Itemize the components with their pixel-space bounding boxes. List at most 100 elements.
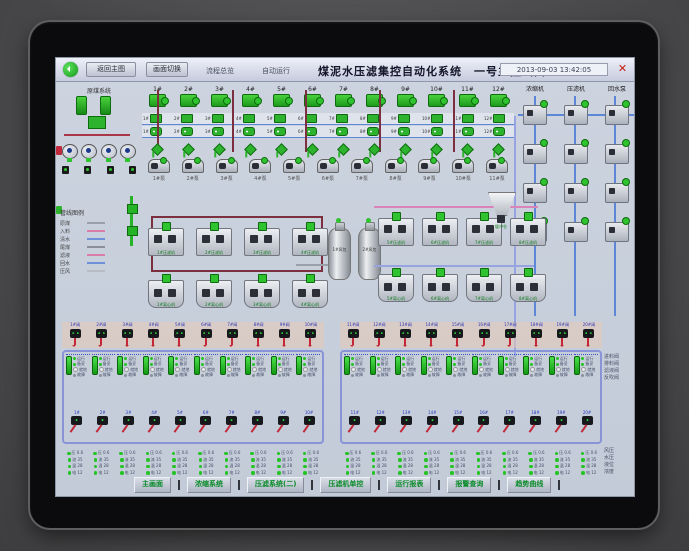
pump-icon[interactable] (384, 157, 407, 173)
valve-icon[interactable] (106, 166, 114, 174)
pump-icon[interactable] (100, 144, 117, 162)
feeder-icon[interactable] (242, 94, 262, 107)
conveyor-segment[interactable]: 8# (359, 126, 390, 137)
centrifuge-icon[interactable]: 3#离心机 (244, 274, 280, 308)
device-icon[interactable] (564, 100, 589, 125)
feeder-icon[interactable] (490, 94, 510, 107)
centrifuge-icon[interactable]: 4#离心机 (292, 274, 328, 308)
conveyor-segment[interactable]: 3# (204, 126, 235, 137)
valve-icon[interactable] (504, 329, 516, 347)
conveyor-segment[interactable]: 5# (266, 113, 297, 124)
valve-icon[interactable] (583, 329, 595, 347)
device-icon[interactable] (564, 217, 589, 242)
valve-icon[interactable] (69, 329, 81, 347)
valve-icon[interactable] (452, 416, 464, 425)
nav-button[interactable]: 趋势曲线 (507, 477, 552, 493)
device-icon[interactable] (523, 139, 548, 164)
pump-icon[interactable] (81, 144, 98, 162)
diamond-valve-icon[interactable] (368, 143, 381, 156)
valve-icon[interactable] (200, 329, 212, 347)
nav-back-button[interactable]: 返回主图 (86, 62, 136, 77)
valve-icon[interactable] (200, 416, 212, 425)
valve-icon[interactable] (148, 416, 160, 425)
centrifuge-icon[interactable]: 7#离心机 (466, 268, 502, 302)
feeder-icon[interactable] (180, 94, 200, 107)
diamond-valve-icon[interactable] (213, 143, 226, 156)
conveyor-segment[interactable]: 6# (297, 113, 328, 124)
conveyor-segment[interactable]: 11# (452, 126, 483, 137)
conveyor-segment[interactable]: 10# (421, 126, 452, 137)
valve-icon[interactable] (349, 416, 361, 425)
filter-press-icon[interactable]: 8#压滤机 (510, 212, 546, 246)
filter-press-icon[interactable]: 6#压滤机 (422, 212, 458, 246)
air-receiver-icon[interactable]: 1#风包 (328, 218, 351, 280)
conveyor-segment[interactable]: 12# (483, 113, 514, 124)
valve-icon[interactable] (84, 166, 92, 174)
conveyor-segment[interactable]: 7# (328, 113, 359, 124)
pump-icon[interactable] (147, 157, 170, 173)
valve-icon[interactable] (375, 416, 387, 425)
diamond-valve-icon[interactable] (244, 143, 257, 156)
conveyor-segment[interactable]: 2# (173, 126, 204, 137)
pump-icon[interactable] (215, 157, 238, 173)
close-icon[interactable]: ✕ (616, 62, 629, 75)
diamond-valve-icon[interactable] (492, 143, 505, 156)
valve-icon[interactable] (478, 329, 490, 347)
conveyor-segment[interactable]: 9# (390, 126, 421, 137)
pump-icon[interactable] (486, 157, 509, 173)
nav-menu-button[interactable]: 画面切换 (146, 62, 188, 77)
device-icon[interactable] (564, 178, 589, 203)
device-icon[interactable] (605, 178, 630, 203)
filter-press-icon[interactable]: 5#压滤机 (378, 212, 414, 246)
filter-press-icon[interactable]: 3#压滤机 (244, 222, 280, 256)
valve-icon[interactable] (226, 329, 238, 347)
valve-icon[interactable] (400, 329, 411, 347)
conveyor-segment[interactable]: 10# (421, 113, 452, 124)
valve-icon[interactable] (529, 416, 541, 425)
feeder-icon[interactable] (88, 116, 106, 129)
valve-icon[interactable] (122, 329, 133, 347)
feeder-icon[interactable] (459, 94, 479, 107)
filter-press-icon[interactable]: 1#压滤机 (148, 222, 184, 256)
device-icon[interactable] (605, 139, 630, 164)
nav-button[interactable]: 压滤系统(二) (247, 477, 305, 493)
pump-icon[interactable] (283, 157, 306, 173)
valve-icon[interactable] (279, 329, 291, 347)
tank-icon[interactable] (100, 96, 111, 115)
pump-icon[interactable] (418, 157, 441, 173)
valve-icon[interactable] (148, 329, 160, 347)
conveyor-segment[interactable]: 7# (328, 126, 359, 137)
valve-icon[interactable] (373, 329, 385, 347)
nav-button[interactable]: 浓缩系统 (187, 477, 231, 493)
valve-icon[interactable] (347, 329, 359, 347)
valve-icon[interactable] (174, 329, 186, 347)
nav-button[interactable]: 运行报表 (387, 477, 432, 493)
pump-icon[interactable] (62, 144, 78, 162)
diamond-valve-icon[interactable] (306, 143, 319, 156)
valve-icon[interactable] (400, 416, 412, 425)
valve-icon[interactable] (97, 416, 109, 425)
conveyor-segment[interactable]: 6# (297, 126, 328, 137)
nav-button[interactable]: 报警查询 (447, 477, 492, 493)
hopper-icon[interactable] (488, 192, 516, 216)
conveyor-segment[interactable]: 11# (452, 113, 483, 124)
valve-icon[interactable] (95, 329, 107, 347)
valve-icon[interactable] (127, 226, 138, 236)
conveyor-segment[interactable]: 2# (173, 113, 204, 124)
device-icon[interactable] (523, 100, 548, 125)
pump-icon[interactable] (316, 157, 339, 173)
device-icon[interactable] (605, 100, 630, 125)
feeder-icon[interactable] (211, 94, 231, 107)
feeder-icon[interactable] (428, 94, 448, 107)
filter-press-icon[interactable]: 4#压滤机 (292, 222, 328, 256)
centrifuge-icon[interactable]: 5#离心机 (378, 268, 414, 302)
valve-icon[interactable] (122, 416, 134, 425)
diamond-valve-icon[interactable] (275, 143, 288, 156)
valve-icon[interactable] (253, 329, 265, 347)
centrifuge-icon[interactable]: 1#离心机 (148, 274, 184, 308)
conveyor-segment[interactable]: 3# (204, 113, 235, 124)
centrifuge-icon[interactable]: 8#离心机 (510, 268, 546, 302)
conveyor-segment[interactable]: 4# (235, 113, 266, 124)
valve-icon[interactable] (452, 329, 464, 347)
device-icon[interactable] (605, 217, 630, 242)
